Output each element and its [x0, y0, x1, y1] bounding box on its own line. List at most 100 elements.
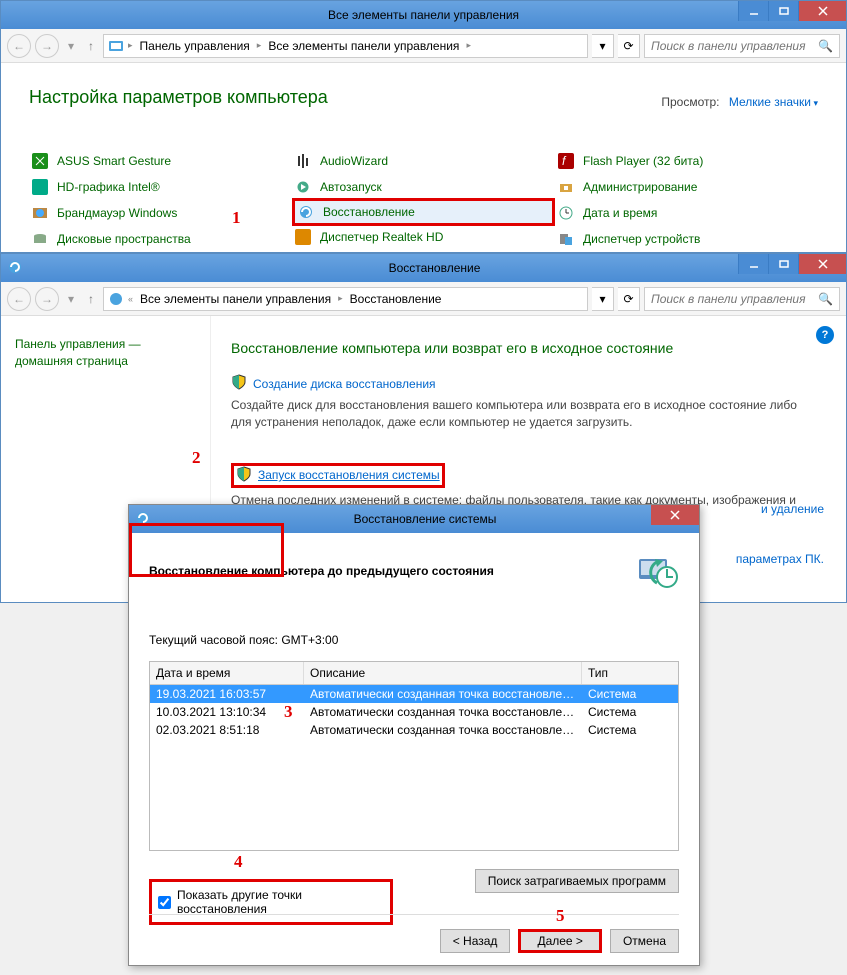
up-button[interactable]: ↑: [83, 292, 99, 306]
start-system-restore-link[interactable]: Запуск восстановления системы: [231, 463, 445, 488]
forward-button[interactable]: →: [35, 34, 59, 58]
cp-item-storage[interactable]: Дисковые пространства: [29, 226, 292, 252]
search-box[interactable]: 🔍: [644, 287, 840, 311]
cp-item-audiowizard[interactable]: AudioWizard: [292, 148, 555, 174]
back-button[interactable]: ←: [7, 287, 31, 311]
create-recovery-disk-link[interactable]: Создание диска восстановления: [231, 374, 826, 393]
up-button[interactable]: ↑: [83, 39, 99, 53]
annotation-2: 2: [192, 448, 201, 468]
cp-item-devices[interactable]: Диспетчер устройств: [555, 226, 818, 252]
chevron-right-icon: ▸: [257, 40, 262, 51]
breadcrumb-item[interactable]: Панель управления: [137, 39, 253, 53]
checkbox-input[interactable]: [158, 896, 171, 909]
help-icon[interactable]: ?: [816, 326, 834, 344]
cp-item-realtek[interactable]: Диспетчер Realtek HD: [292, 224, 555, 250]
page-heading: Восстановление компьютера или возврат ег…: [231, 340, 826, 356]
breadcrumb-item[interactable]: Все элементы панели управления: [265, 39, 462, 53]
nav-toolbar: ← → ▾ ↑ « Все элементы панели управления…: [1, 282, 846, 316]
realtek-icon: [294, 228, 312, 246]
cp-item-flash[interactable]: fFlash Player (32 бита): [555, 148, 818, 174]
titlebar[interactable]: Восстановление: [1, 254, 846, 282]
link-label[interactable]: Запуск восстановления системы: [258, 468, 440, 482]
cp-item-intel[interactable]: HD-графика Intel®: [29, 174, 292, 200]
shield-icon: [231, 374, 247, 393]
breadcrumb-item[interactable]: Все элементы панели управления: [137, 292, 334, 306]
restore-points-table: Дата и время Описание Тип 19.03.2021 16:…: [149, 661, 679, 851]
clock-icon: [557, 204, 575, 222]
cp-item-admin[interactable]: Администрирование: [555, 174, 818, 200]
asus-icon: [31, 152, 49, 170]
address-dropdown[interactable]: ▾: [592, 34, 614, 58]
sidebar-home-link[interactable]: Панель управления — домашняя страница: [15, 337, 141, 368]
firewall-icon: [31, 204, 49, 222]
search-icon: 🔍: [818, 292, 833, 306]
annotation-3: 3: [284, 702, 293, 722]
maximize-button[interactable]: [768, 1, 798, 21]
pc-settings-link[interactable]: параметрах ПК.: [736, 552, 824, 566]
recent-dropdown[interactable]: ▾: [63, 34, 79, 58]
annotation-1: 1: [232, 208, 241, 228]
nav-toolbar: ← → ▾ ↑ ▸ Панель управления ▸ Все элемен…: [1, 29, 846, 63]
close-button[interactable]: [798, 254, 846, 274]
col-type[interactable]: Тип: [582, 662, 678, 684]
address-bar[interactable]: ▸ Панель управления ▸ Все элементы панел…: [103, 34, 588, 58]
col-date[interactable]: Дата и время: [150, 662, 304, 684]
cp-item-asus[interactable]: ASUS Smart Gesture: [29, 148, 292, 174]
maximize-button[interactable]: [768, 254, 798, 274]
refresh-button[interactable]: ⟳: [618, 287, 640, 311]
minimize-button[interactable]: [738, 254, 768, 274]
minimize-button[interactable]: [738, 1, 768, 21]
table-row[interactable]: 10.03.2021 13:10:34 Автоматически создан…: [150, 703, 678, 721]
search-affected-button[interactable]: Поиск затрагиваемых программ: [475, 869, 679, 893]
audio-icon: [294, 152, 312, 170]
storage-icon: [31, 230, 49, 248]
back-button[interactable]: < Назад: [440, 929, 511, 953]
address-bar[interactable]: « Все элементы панели управления ▸ Восст…: [103, 287, 588, 311]
back-button[interactable]: ←: [7, 34, 31, 58]
forward-button[interactable]: →: [35, 287, 59, 311]
link-label[interactable]: Создание диска восстановления: [253, 377, 436, 391]
dialog-buttons: < Назад Далее > Отмена: [149, 914, 679, 953]
devices-icon: [557, 230, 575, 248]
recent-dropdown[interactable]: ▾: [63, 287, 79, 311]
titlebar[interactable]: Все элементы панели управления: [1, 1, 846, 29]
next-button[interactable]: Далее >: [518, 929, 602, 953]
system-restore-dialog: Восстановление системы Восстановление ко…: [128, 504, 700, 966]
table-row[interactable]: 02.03.2021 8:51:18 Автоматически созданн…: [150, 721, 678, 739]
view-selector[interactable]: Просмотр: Мелкие значки: [661, 95, 818, 109]
close-button[interactable]: [651, 505, 699, 525]
refresh-button[interactable]: ⟳: [618, 34, 640, 58]
recovery-icon: [297, 203, 315, 221]
recovery-icon: [108, 291, 124, 307]
search-input[interactable]: [651, 292, 818, 306]
description-text: Создайте диск для восстановления вашего …: [231, 397, 801, 431]
annotation-4: 4: [234, 852, 243, 872]
table-row[interactable]: 19.03.2021 16:03:57 Автоматически создан…: [150, 685, 678, 703]
cp-item-firewall[interactable]: Брандмауэр Windows: [29, 200, 292, 226]
view-label: Просмотр:: [661, 95, 719, 109]
admin-icon: [557, 178, 575, 196]
close-button[interactable]: [798, 1, 846, 21]
cp-item-datetime[interactable]: Дата и время: [555, 200, 818, 226]
col-desc[interactable]: Описание: [304, 662, 582, 684]
table-header: Дата и время Описание Тип: [150, 662, 678, 685]
cp-item-recovery[interactable]: Восстановление: [292, 198, 555, 226]
intel-icon: [31, 178, 49, 196]
recovery-icon: [7, 259, 23, 278]
restore-icon: [635, 551, 679, 591]
address-dropdown[interactable]: ▾: [592, 287, 614, 311]
search-box[interactable]: 🔍: [644, 34, 840, 58]
chevron-right-icon: ▸: [338, 293, 343, 304]
content-area: Настройка параметров компьютера Просмотр…: [1, 63, 846, 276]
chevron-right-icon: ▸: [466, 40, 471, 51]
search-input[interactable]: [651, 39, 818, 53]
cancel-button[interactable]: Отмена: [610, 929, 679, 953]
cp-icon: [108, 38, 124, 54]
cp-item-autostart[interactable]: Автозапуск: [292, 174, 555, 200]
view-value[interactable]: Мелкие значки: [729, 95, 818, 109]
autostart-icon: [294, 178, 312, 196]
chevron-right-icon: ▸: [128, 40, 133, 51]
window-title: Восстановление: [23, 261, 846, 275]
breadcrumb-item[interactable]: Восстановление: [347, 292, 445, 306]
flash-icon: f: [557, 152, 575, 170]
